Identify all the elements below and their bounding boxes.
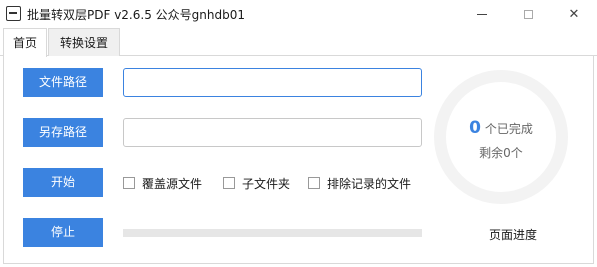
start-button[interactable]: 开始 — [23, 168, 103, 197]
file-path-input[interactable] — [123, 68, 422, 97]
tab-bar: 首页 转换设置 — [0, 28, 597, 57]
app-icon — [6, 6, 21, 21]
tab-home[interactable]: 首页 — [3, 28, 47, 57]
window-title: 批量转双层PDF v2.6.5 公众号gnhdb01 — [27, 8, 245, 22]
minimize-button[interactable] — [459, 0, 505, 28]
checkbox-box[interactable] — [308, 177, 320, 189]
maximize-icon — [523, 9, 533, 19]
subfolder-checkbox[interactable]: 子文件夹 — [223, 176, 291, 191]
title-bar: 批量转双层PDF v2.6.5 公众号gnhdb01 ✕ — [0, 0, 597, 28]
maximize-button[interactable] — [505, 0, 551, 28]
minimize-icon — [477, 13, 487, 15]
close-icon: ✕ — [568, 6, 580, 22]
save-path-input[interactable] — [123, 118, 422, 147]
exclude-recorded-label: 排除记录的文件 — [327, 176, 412, 191]
close-button[interactable]: ✕ — [551, 0, 597, 28]
page-progress-bar — [123, 229, 422, 237]
save-path-button[interactable]: 另存路径 — [23, 118, 103, 147]
tab-conversion-settings[interactable]: 转换设置 — [48, 28, 120, 56]
completed-number: 0 — [469, 118, 481, 138]
page-progress-label: 页面进度 — [489, 228, 538, 242]
overwrite-source-label: 覆盖源文件 — [142, 176, 203, 191]
stop-button[interactable]: 停止 — [23, 218, 103, 247]
file-path-button[interactable]: 文件路径 — [23, 68, 103, 97]
checkbox-box[interactable] — [123, 177, 135, 189]
checkbox-box[interactable] — [223, 177, 235, 189]
exclude-recorded-checkbox[interactable]: 排除记录的文件 — [308, 176, 412, 191]
remaining-count: 剩余0个 — [479, 146, 523, 160]
overwrite-source-checkbox[interactable]: 覆盖源文件 — [123, 176, 203, 191]
subfolder-label: 子文件夹 — [242, 176, 291, 191]
completed-label: 个已完成 — [484, 122, 533, 136]
completed-count: 0 个已完成 — [434, 118, 568, 138]
